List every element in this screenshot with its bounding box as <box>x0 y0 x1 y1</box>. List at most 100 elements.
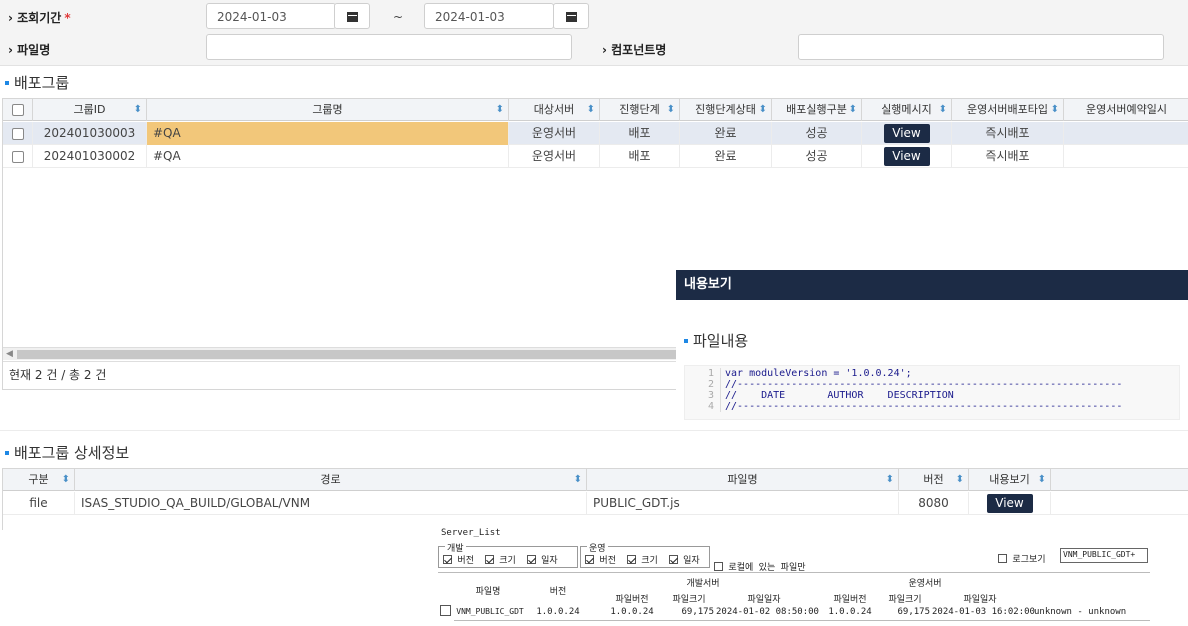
row-checkbox[interactable] <box>11 150 24 163</box>
cell-target-server: 운영서버 <box>509 122 600 145</box>
calendar-icon <box>347 12 358 22</box>
cell-stage-status: 완료 <box>680 122 772 145</box>
cell-group-id: 202401030002 <box>33 145 147 168</box>
row-checkbox[interactable] <box>11 127 24 140</box>
col-version[interactable]: 버전 ⬍ <box>899 469 969 491</box>
file-content-title: 파일내용 <box>684 330 748 351</box>
col-dev-file-size: 파일크기 <box>672 595 706 605</box>
cell-stage-status: 완료 <box>680 145 772 168</box>
sort-icon: ⬍ <box>61 474 70 485</box>
search-filter-panel: › 조회기간 * 2024-01-03 ~ 2024-01-03 › 파일명 › … <box>0 0 1188 66</box>
col-stage[interactable]: 진행단계 ⬍ <box>600 99 680 121</box>
sort-icon: ⬍ <box>666 104 675 115</box>
col-dev-file-version: 파일버전 <box>615 595 649 605</box>
cell-file-name: PUBLIC_GDT.js <box>587 492 899 515</box>
dev-options-group: 개발 버전 크기 일자 <box>438 541 578 568</box>
col-stage-status[interactable]: 진행단계상태 ⬍ <box>680 99 772 121</box>
local-only-checkbox[interactable] <box>714 562 723 571</box>
view-content-button[interactable]: View <box>986 494 1033 513</box>
view-message-button[interactable]: View <box>883 124 930 143</box>
cell-version: 8080 <box>899 492 969 515</box>
col-file-name: 파일명 <box>475 587 501 597</box>
table-row[interactable]: 202401030003 #QA 운영서버 배포 완료 성공 View 즉시배포 <box>3 122 1188 145</box>
scrollbar-thumb[interactable] <box>17 350 679 359</box>
cell-version: 1.0.0.24 <box>536 607 580 617</box>
ops-size-checkbox[interactable] <box>626 555 636 564</box>
cell-exec-type: 성공 <box>772 145 862 168</box>
col-exec-type[interactable]: 배포실행구분 ⬍ <box>772 99 862 121</box>
code-line: 4//-------------------------------------… <box>685 401 1122 412</box>
sort-icon: ⬍ <box>938 104 947 115</box>
component-name-input[interactable] <box>798 34 1164 60</box>
cell-group-name[interactable]: #QA <box>147 122 509 145</box>
grid-count-footer: 현재 2 건 / 총 2 건 <box>3 361 679 387</box>
sort-icon: ⬍ <box>133 104 142 115</box>
ops-server-header: 운영서버 <box>908 579 942 589</box>
col-exec-message[interactable]: 실행메시지 ⬍ <box>862 99 952 121</box>
col-file-name[interactable]: 파일명 ⬍ <box>587 469 899 491</box>
cell-deploy-type: 즉시배포 <box>952 145 1064 168</box>
col-content-view[interactable]: 내용보기 ⬍ <box>969 469 1051 491</box>
sort-icon: ⬍ <box>955 474 964 485</box>
date-from-calendar-button[interactable] <box>334 3 370 29</box>
sort-icon: ⬍ <box>885 474 894 485</box>
cell-ops-version: 1.0.0.24 <box>828 607 872 617</box>
log-view-checkbox[interactable] <box>998 554 1007 563</box>
select-all-checkbox[interactable] <box>11 104 24 116</box>
cell-stage: 배포 <box>600 145 680 168</box>
code-viewer[interactable]: 1 var moduleVersion = '1.0.0.24'; 2//----… <box>684 365 1180 420</box>
dev-server-header: 개발서버 <box>686 579 720 589</box>
col-ops-file-version: 파일버전 <box>833 595 867 605</box>
sort-icon: ⬍ <box>758 104 767 115</box>
cell-type: file <box>3 492 75 515</box>
server-row-checkbox[interactable] <box>440 605 451 616</box>
server-list-panel: Server_List 개발 버전 크기 일자 운영 버전 크기 일자 로컬에 … <box>438 526 1158 626</box>
period-label: › 조회기간 * <box>8 11 71 25</box>
dev-size-checkbox[interactable] <box>484 555 494 564</box>
dev-date-checkbox[interactable] <box>526 555 536 564</box>
cell-ops-date: 2024-01-03 16:02:00 <box>932 607 1035 617</box>
cell-file-name: VNM_PUBLIC_GDT <box>456 607 524 616</box>
view-message-button[interactable]: View <box>883 147 930 166</box>
cell-dev-version: 1.0.0.24 <box>610 607 654 617</box>
col-reserved-time[interactable]: 운영서버예약일시 <box>1064 99 1188 121</box>
code-line: 2//-------------------------------------… <box>685 379 1122 390</box>
col-group-name[interactable]: 그룹명 ⬍ <box>147 99 509 121</box>
deploy-group-title: 배포그룹 <box>5 72 69 93</box>
horizontal-scrollbar[interactable]: ◀ <box>3 347 679 360</box>
cell-exec-type: 성공 <box>772 122 862 145</box>
ops-version-checkbox[interactable] <box>585 555 594 564</box>
cell-dev-date: 2024-01-02 08:50:00 <box>716 607 819 617</box>
cell-stage: 배포 <box>600 122 680 145</box>
section-bullet-icon <box>5 450 9 455</box>
cell-group-id: 202401030003 <box>33 122 147 145</box>
col-group-id[interactable]: 그룹ID ⬍ <box>33 99 147 121</box>
cell-deploy-type: 즉시배포 <box>952 122 1064 145</box>
date-from-input[interactable]: 2024-01-03 <box>206 3 336 29</box>
scroll-left-icon[interactable]: ◀ <box>6 348 13 361</box>
cell-target-server: 운영서버 <box>509 145 600 168</box>
col-path[interactable]: 경로 ⬍ <box>75 469 587 491</box>
col-deploy-type[interactable]: 운영서버배포타입 ⬍ <box>952 99 1064 121</box>
date-range-separator: ~ <box>393 10 404 24</box>
server-list-title: Server_List <box>441 528 501 538</box>
sort-icon: ⬍ <box>573 474 582 485</box>
ops-date-checkbox[interactable] <box>668 555 678 564</box>
col-type[interactable]: 구분 ⬍ <box>3 469 75 491</box>
calendar-icon <box>566 12 577 22</box>
col-target-server[interactable]: 대상서버 ⬍ <box>509 99 600 121</box>
table-row[interactable]: 202401030002 #QA 운영서버 배포 완료 성공 View 즉시배포 <box>3 145 1188 168</box>
code-line: 1 var moduleVersion = '1.0.0.24'; <box>685 368 912 379</box>
file-name-input[interactable] <box>206 34 572 60</box>
popup-title: 내용보기 <box>676 270 1188 300</box>
col-ops-file-size: 파일크기 <box>888 595 922 605</box>
table-row[interactable]: file ISAS_STUDIO_QA_BUILD/GLOBAL/VNM PUB… <box>3 492 1188 515</box>
component-name-label: › 컴포넌트명 <box>602 43 667 57</box>
date-to-input[interactable]: 2024-01-03 <box>424 3 554 29</box>
cell-group-name[interactable]: #QA <box>147 145 509 168</box>
log-filter-input[interactable]: VNM_PUBLIC_GDT+ <box>1060 548 1148 563</box>
date-to-calendar-button[interactable] <box>553 3 589 29</box>
required-mark: * <box>64 11 71 25</box>
sort-icon: ⬍ <box>495 104 504 115</box>
dev-version-checkbox[interactable] <box>443 555 452 564</box>
